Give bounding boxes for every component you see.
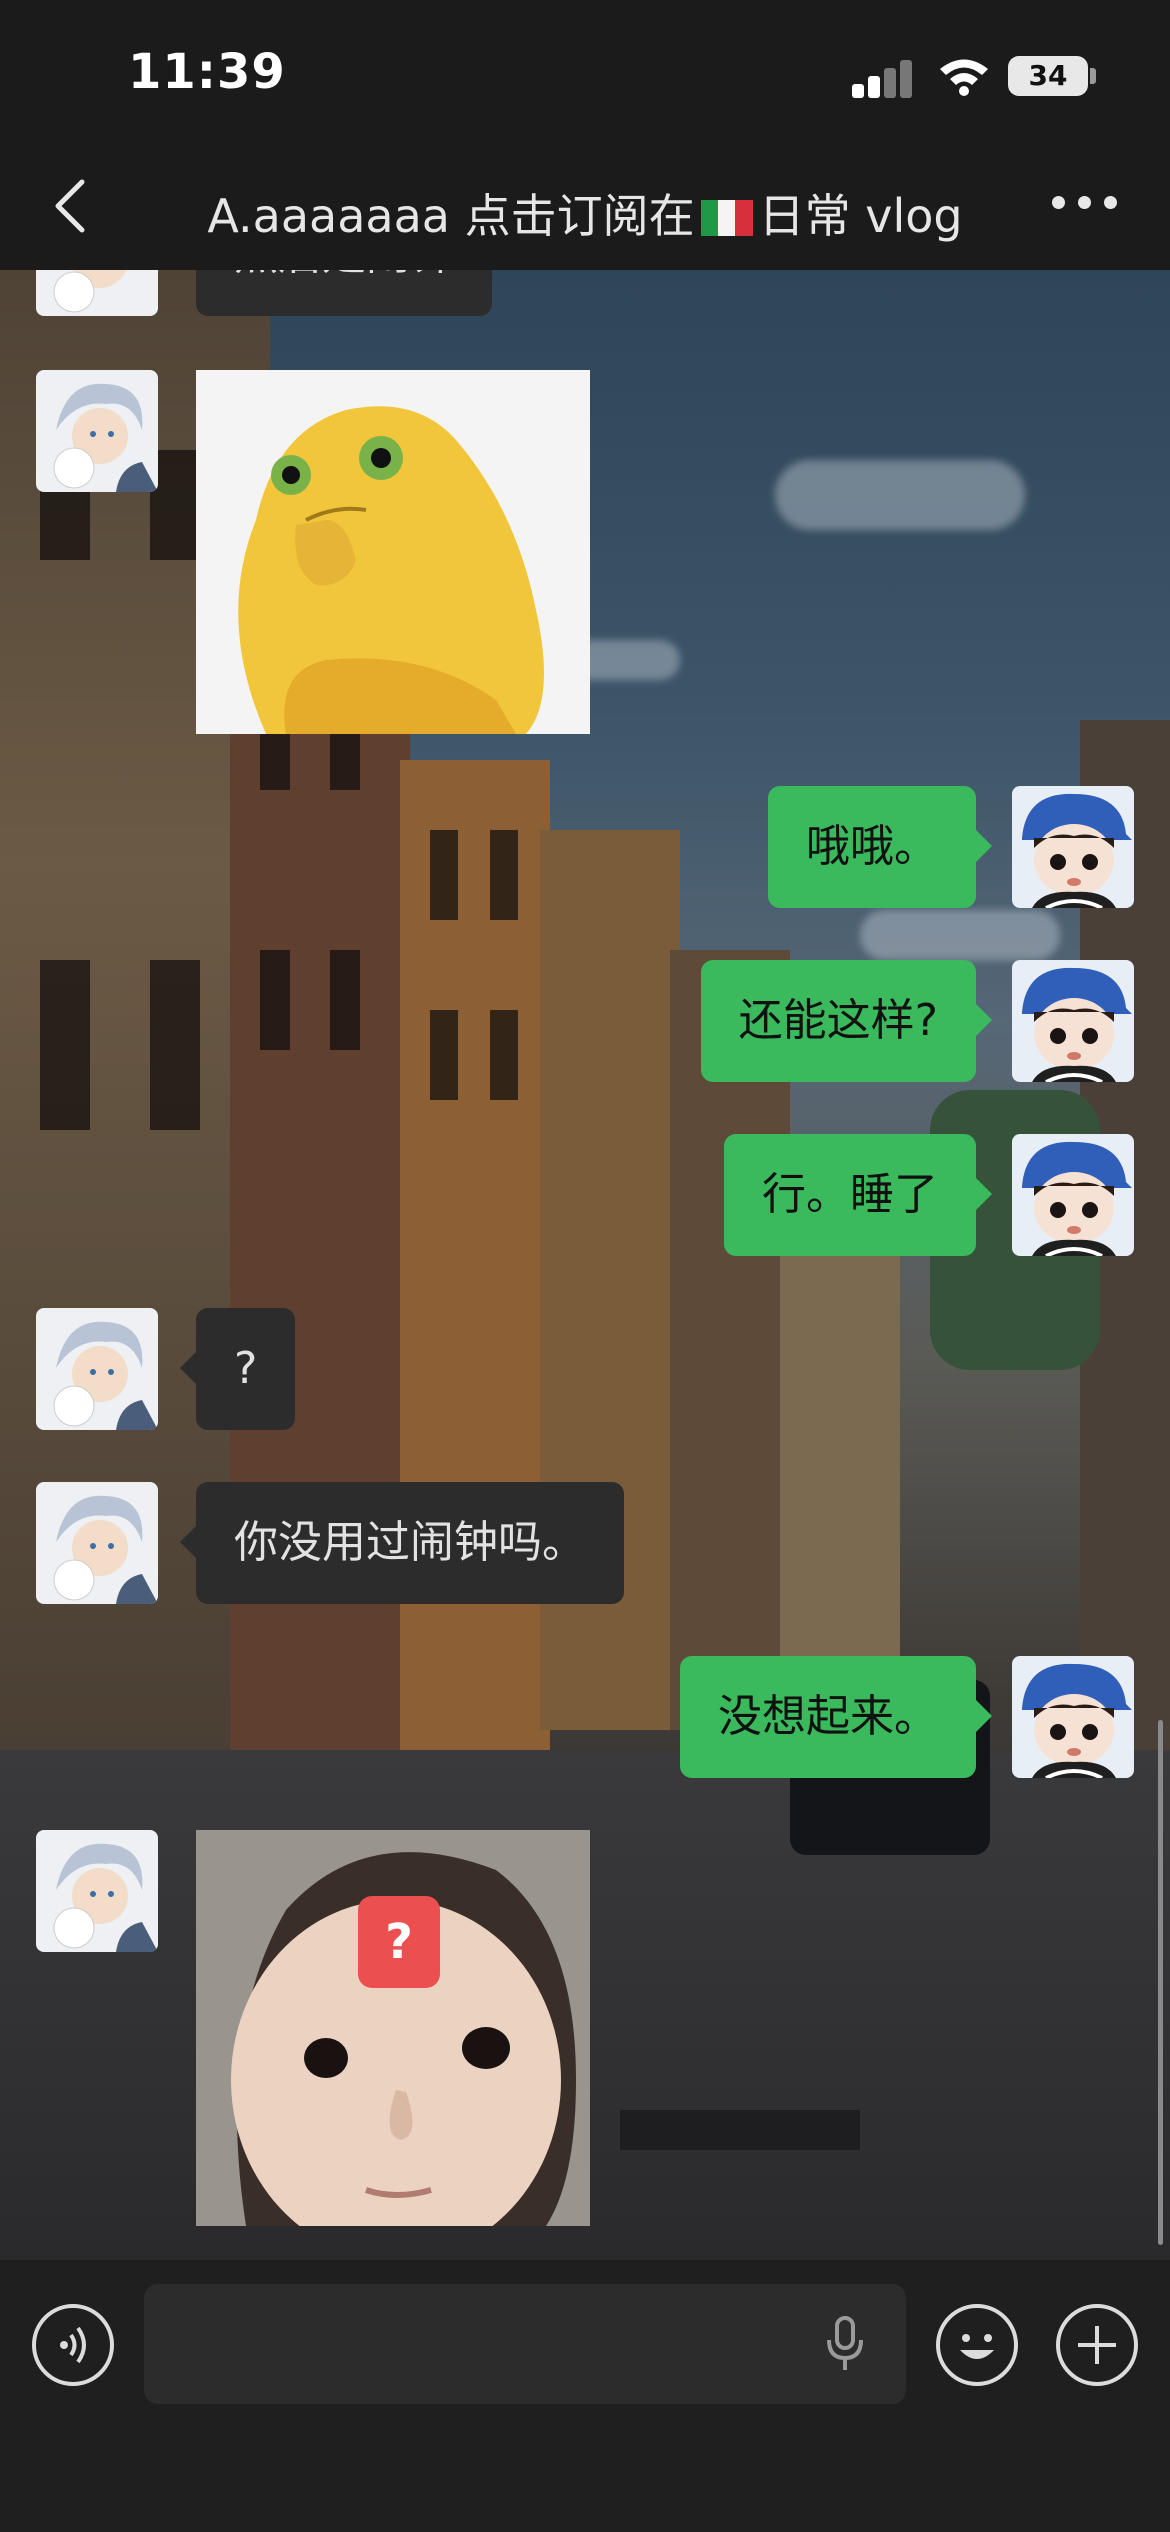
wifi-icon	[940, 59, 988, 96]
status-bar: 11:39 34	[0, 0, 1170, 140]
message-bubble-incoming[interactable]: 你没用过闹钟吗。	[180, 1482, 624, 1604]
message-bubble-outgoing[interactable]: 没想起来。	[680, 1656, 992, 1778]
contact-avatar[interactable]	[36, 1308, 158, 1430]
user-avatar[interactable]	[1012, 960, 1134, 1082]
question-badge: ?	[358, 1896, 440, 1988]
sticker-baby-face-question[interactable]: ?	[196, 1830, 590, 2226]
contact-avatar[interactable]	[36, 1482, 158, 1604]
message-bubble-incoming[interactable]: ?	[179, 1308, 296, 1430]
user-avatar[interactable]	[1012, 1134, 1134, 1256]
battery-icon: 34	[1008, 56, 1088, 96]
chat-title: A.aaaaaaa 点击订阅在 日常 vlog	[160, 180, 1010, 246]
user-avatar[interactable]	[1012, 786, 1134, 908]
chat-screen: 11:39 34 A.aaaaaaa 点击订阅在 日常 vlog 哦哦。 还能这…	[0, 0, 1170, 2532]
voice-icon[interactable]	[32, 2304, 114, 2386]
chat-title-prefix: A.aaaaaaa 点击订阅在	[207, 189, 695, 243]
plus-icon[interactable]	[1056, 2304, 1138, 2386]
back-icon[interactable]	[46, 176, 96, 236]
emoji-icon[interactable]	[936, 2304, 1018, 2386]
battery-tip	[1090, 68, 1096, 84]
svg-text:?: ?	[385, 1914, 413, 1970]
input-bar	[0, 2260, 1170, 2532]
message-bubble-outgoing[interactable]: 行。睡了	[724, 1134, 992, 1256]
microphone-icon[interactable]	[820, 2314, 870, 2374]
chat-header: A.aaaaaaa 点击订阅在 日常 vlog	[0, 140, 1170, 270]
message-input[interactable]	[144, 2284, 906, 2404]
sticker-yellow-frog-thinking[interactable]	[196, 370, 590, 734]
italy-flag-icon	[700, 200, 753, 236]
contact-avatar[interactable]	[36, 1830, 158, 1952]
message-bubble-outgoing[interactable]: 还能这样?	[700, 960, 993, 1082]
status-time: 11:39	[128, 44, 286, 100]
contact-avatar[interactable]	[36, 370, 158, 492]
scrollbar[interactable]	[1158, 1720, 1163, 2245]
more-options-icon[interactable]	[1052, 196, 1122, 216]
cellular-signal-icon	[852, 58, 914, 98]
message-bubble-outgoing[interactable]: 哦哦。	[768, 786, 992, 908]
chat-title-suffix: 日常 vlog	[758, 189, 963, 243]
user-avatar[interactable]	[1012, 1656, 1134, 1778]
home-indicator[interactable]	[392, 2505, 778, 2517]
